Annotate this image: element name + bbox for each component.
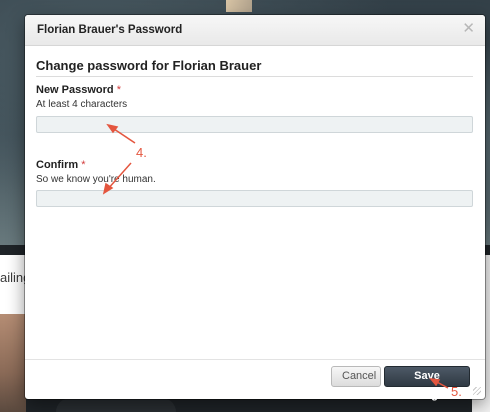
resize-grip-icon[interactable] (473, 387, 481, 395)
dialog-title: Florian Brauer's Password (37, 24, 183, 36)
new-password-label: New Password * (36, 84, 121, 96)
confirm-hint: So we know you're human. (36, 174, 156, 185)
form-heading: Change password for Florian Brauer (36, 58, 262, 73)
background-thumbnail (226, 0, 252, 12)
confirm-password-input[interactable] (36, 190, 473, 207)
required-marker: * (81, 159, 86, 171)
new-password-label-text: New Password (36, 84, 114, 96)
background-avatar (0, 314, 26, 412)
password-dialog: Florian Brauer's Password ✕ Change passw… (25, 15, 485, 401)
new-password-hint: At least 4 characters (36, 99, 128, 110)
cancel-button[interactable]: Cancel (331, 366, 381, 387)
confirm-label-text: Confirm (36, 159, 79, 171)
background-avatar-silhouette (56, 398, 176, 412)
confirm-label: Confirm * (36, 159, 86, 171)
close-icon[interactable]: ✕ (462, 21, 475, 37)
new-password-input[interactable] (36, 116, 473, 133)
annotation-step-5: 5. (451, 384, 462, 399)
required-marker: * (116, 84, 121, 96)
heading-divider (36, 76, 473, 77)
footer-divider (25, 359, 485, 360)
annotation-step-4: 4. (136, 145, 147, 160)
dialog-header: Florian Brauer's Password ✕ (25, 15, 485, 46)
